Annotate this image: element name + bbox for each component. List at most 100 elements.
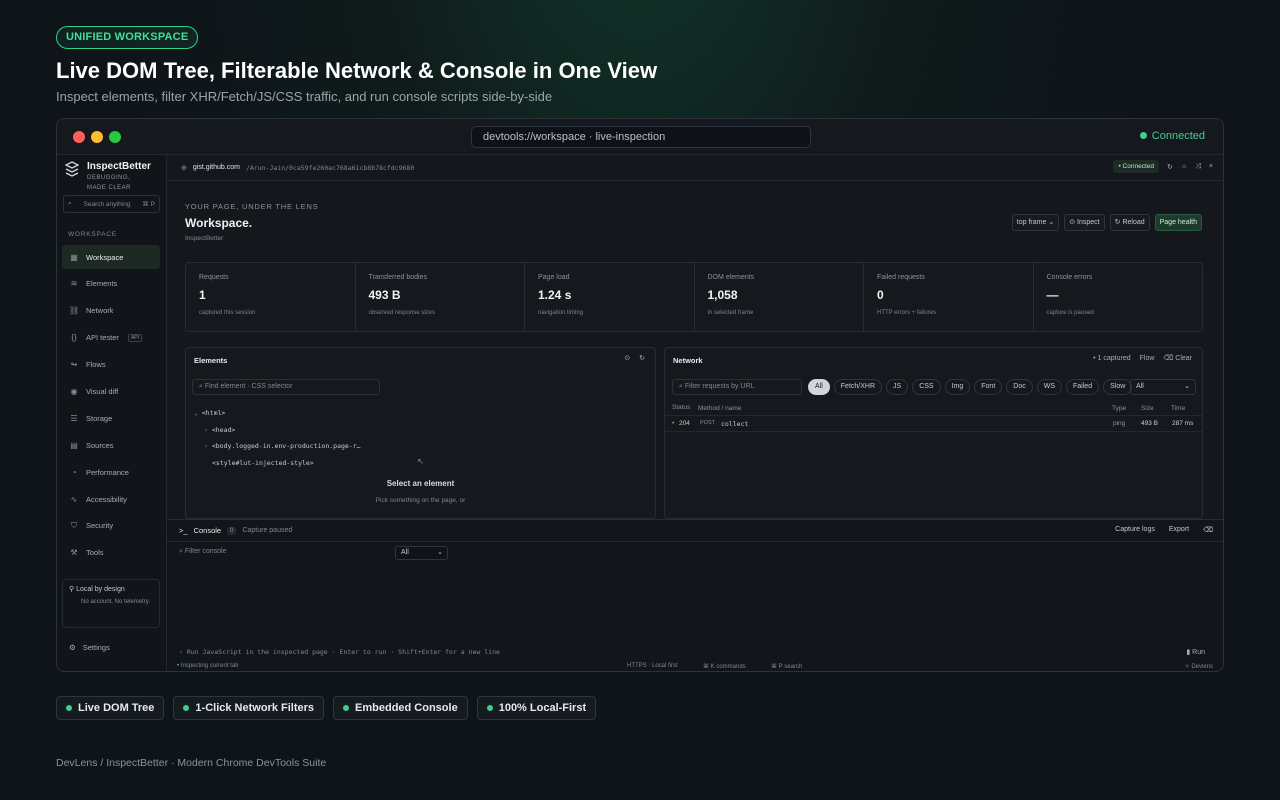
sidebar-section-label: WORKSPACE [68,231,117,238]
clear-label: Clear [1175,355,1192,362]
network-select[interactable]: All ⌄ [1130,379,1196,395]
row-status: 204 [679,420,690,427]
sidebar-item-visual-diff[interactable]: ◉ Visual diff [62,379,160,403]
feature-chip: 1-Click Network Filters [173,696,325,720]
filter-chip-ws[interactable]: WS [1036,379,1063,395]
api-tag: API [127,333,142,342]
sidebar-item-sources[interactable]: ▤ Sources [62,433,160,457]
sidebar-item-tools[interactable]: ⚒ Tools [62,541,160,565]
elements-title: Elements [194,355,228,365]
filter-chip-img[interactable]: Img [944,379,971,395]
export-button[interactable]: Export [1169,526,1189,534]
address-bar[interactable]: devtools://workspace · live-inspection [471,126,811,148]
capture-logs-button[interactable]: Capture logs [1115,526,1155,534]
stat-sub: navigation timing [538,310,584,316]
maximize-window-button[interactable] [109,131,121,143]
close-window-button[interactable] [73,131,85,143]
tree-node[interactable]: ⌄ <html> [194,405,361,422]
sidebar-item-label: Network [86,306,114,316]
tree-node[interactable]: › <head> [194,422,361,439]
reload-button[interactable]: ↻ Reload [1109,214,1150,231]
stat-value: 1 [199,288,206,302]
connection-status: Connected [1139,130,1205,142]
run-button[interactable]: ▮ Run [1186,648,1205,656]
table-row[interactable]: • 204 POST collect ping 493 B 287 ms [665,416,1202,432]
console-level-select[interactable]: All ⌄ [395,546,448,560]
console-toolbar: >_ Console 0 Capture paused Capture logs… [167,520,1223,542]
stat-value: 1.24 s [538,288,572,302]
sidebar: InspectBetter DEBUGGING, MADE CLEAR ⌕ Se… [57,155,167,671]
stack-logo-icon [64,161,81,179]
sidebar-item-accessibility[interactable]: ∿ Accessibility [62,487,160,511]
clear-button[interactable]: ⌫ Clear [1163,354,1192,362]
stat-value: 1,058 [707,288,738,302]
find-element-input[interactable]: ⌕ Find element · CSS selector [192,379,380,395]
stat-label: DOM elements [707,274,755,281]
filter-chip-all[interactable]: All [808,379,830,395]
stat-label: Page load [538,274,570,281]
sun-icon[interactable]: ☼ [1181,163,1187,170]
feature-label: 100% Local-First [498,702,587,714]
frame-select-value: top frame [1016,219,1047,226]
refresh-icon[interactable]: ↻ [1167,163,1173,171]
reload-label: Reload [1122,219,1145,226]
col-time: Time [1171,405,1186,412]
search-shortcut: ⌘ P [142,201,155,208]
sidebar-item-label: Storage [86,413,113,423]
status-dot-icon: • [177,663,180,669]
sidebar-item-network[interactable]: ⛓ Network [62,299,160,323]
app-name: InspectBetter [87,161,151,172]
empty-state-title: Select an element [386,479,455,488]
sidebar-item-workspace[interactable]: ▦ Workspace [62,245,160,269]
search-icon: ⌕ [679,383,683,390]
collapse-icon[interactable]: ⤨ [1195,163,1201,171]
minimize-window-button[interactable] [91,131,103,143]
feature-label: Live DOM Tree [78,702,155,714]
row-method: POST [700,420,715,426]
sidebar-item-label: Tools [86,548,104,558]
filter-chip-doc[interactable]: Doc [1006,379,1033,395]
filter-chip-failed[interactable]: Failed [1066,379,1100,395]
network-filter-input[interactable]: ⌕ Filter requests by URL [672,379,802,395]
wrench-icon: ⚒ [70,548,78,558]
frame-select[interactable]: top frame ⌄ [1011,214,1060,231]
flow-icon: ↬ [70,360,78,370]
sidebar-item-storage[interactable]: ☰ Storage [62,406,160,430]
filter-chip-css[interactable]: CSS [912,379,941,395]
console-input[interactable]: › Run JavaScript in the inspected page ·… [179,648,500,656]
trash-icon[interactable]: ⌫ [1203,526,1213,534]
close-icon[interactable]: × [1209,163,1213,170]
status-right: ✧ Devlens [1185,663,1213,670]
sidebar-search[interactable]: ⌕ Search anything ⌘ P [63,195,160,213]
status-right-label: Devlens [1191,664,1213,670]
filter-chip-slow[interactable]: Slow [1103,379,1133,395]
network-table-header: Status Method / name Type Size Time [665,402,1202,416]
pick-element-icon[interactable]: ⊙ [624,354,630,362]
flow-button[interactable]: Flow [1140,355,1155,362]
inspect-label: Inspect [1077,219,1100,226]
sidebar-item-elements[interactable]: ≋ Elements [62,272,160,296]
tree-node[interactable]: › <body.logged-in.env-production.page-r… [194,438,361,455]
app-logo[interactable]: InspectBetter DEBUGGING, MADE CLEAR [64,161,151,192]
page-topbar: ⊕ gist.github.com /Arun-Jain/0ca59fe260a… [167,155,1223,181]
sidebar-item-performance[interactable]: ◔ Performance [62,460,160,484]
sidebar-item-flows[interactable]: ↬ Flows [62,353,160,377]
network-panel: Network • 1 captured Flow ⌫ Clear ⌕ Filter… [664,347,1203,519]
sidebar-item-security[interactable]: ⛉ Security [62,514,160,538]
inspect-button[interactable]: ⊙ Inspect [1064,214,1105,231]
page-health-button[interactable]: Page health [1154,214,1202,231]
console-count: 0 [227,526,237,535]
sidebar-item-api-tester[interactable]: {} API tester API [62,326,160,350]
stat-sub: captured this session [199,310,256,316]
filter-chip-fetch-xhr[interactable]: Fetch/XHR [833,379,883,395]
tree-node-label: <body.logged-in.env-production.page-r… [211,442,361,450]
filter-chip-js[interactable]: JS [886,379,909,395]
filter-chip-font[interactable]: Font [974,379,1003,395]
console-filter-input[interactable]: ⌕ Filter console [179,548,227,556]
refresh-icon[interactable]: ↻ [639,354,645,362]
sidebar-item-settings[interactable]: ⚙ Settings [69,643,110,652]
pin-icon: ⚲ [69,586,75,593]
chevron-right-icon: › [204,442,208,450]
stat-card: Transferred bodies 493 B observed response… [356,263,525,331]
chevron-down-icon: ⌄ [1048,219,1055,226]
